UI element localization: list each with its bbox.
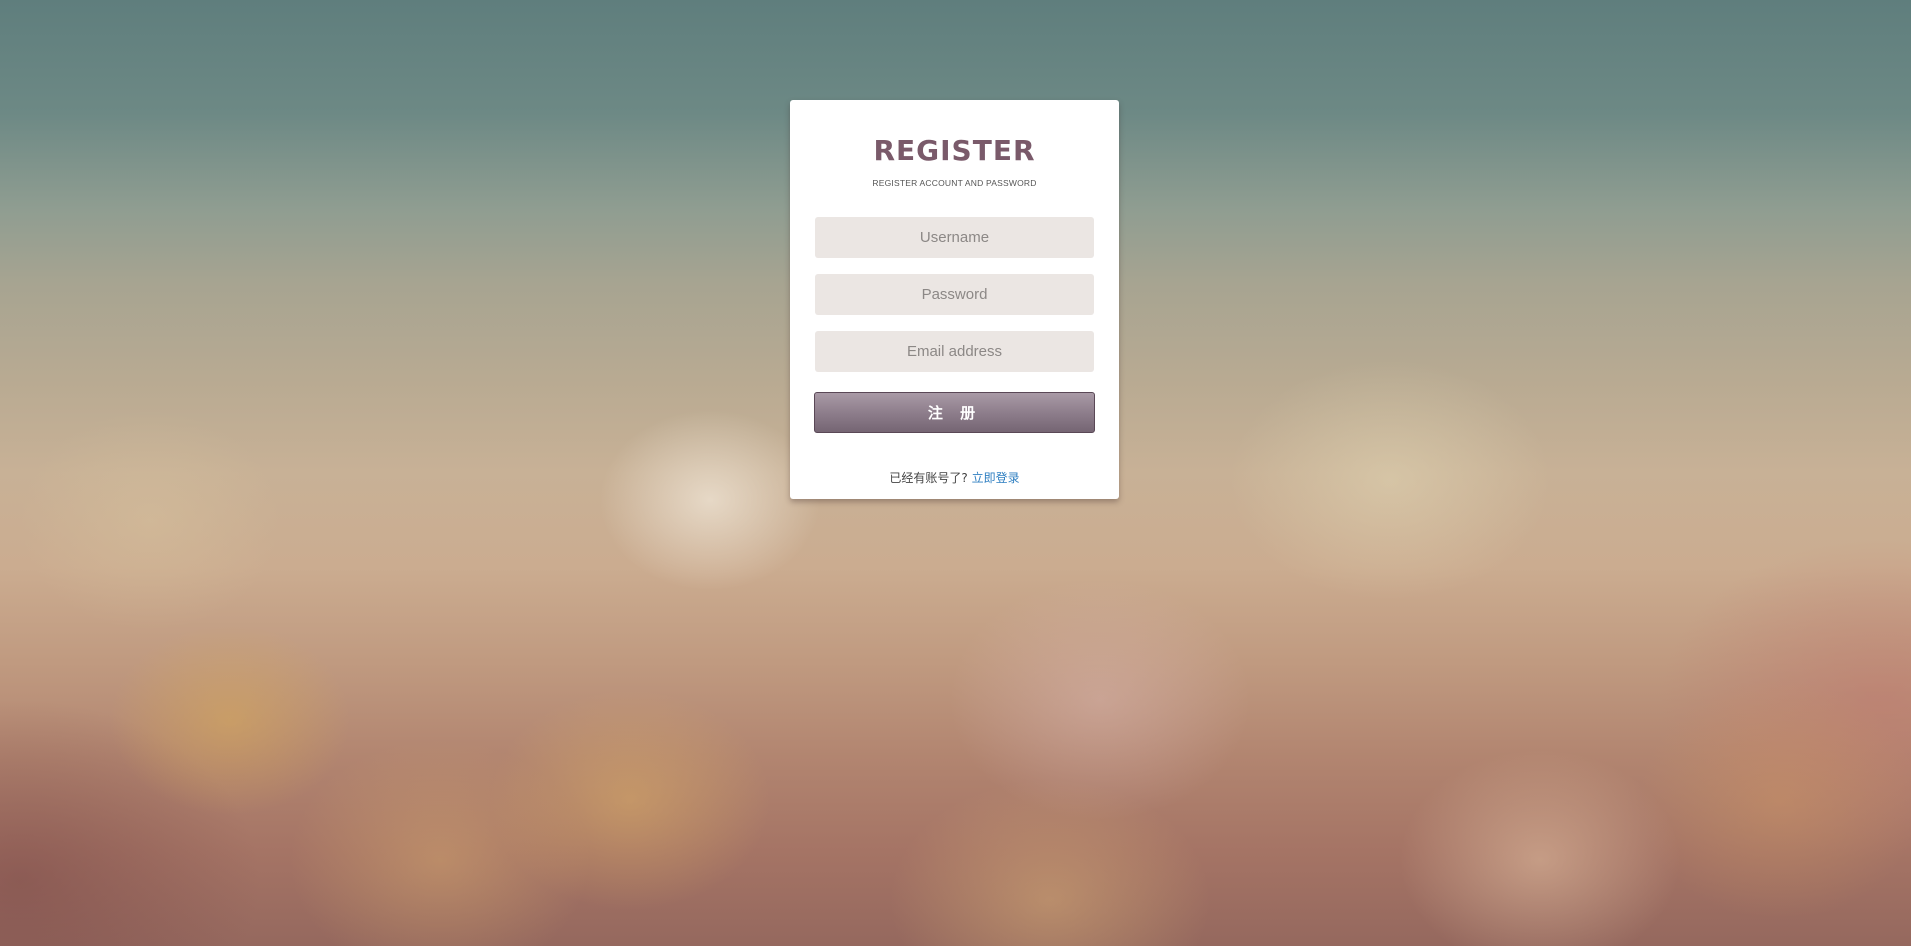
email-input[interactable] <box>815 331 1094 372</box>
register-subtitle: REGISTER ACCOUNT AND PASSWORD <box>872 178 1037 188</box>
register-card: REGISTER REGISTER ACCOUNT AND PASSWORD 注… <box>790 100 1119 499</box>
login-link[interactable]: 立即登录 <box>972 471 1020 485</box>
login-prompt: 已经有账号了? 立即登录 <box>790 469 1119 486</box>
register-title: REGISTER <box>873 134 1036 167</box>
register-button[interactable]: 注 册 <box>814 392 1095 433</box>
username-input[interactable] <box>815 217 1094 258</box>
login-prompt-text: 已经有账号了? <box>889 471 968 485</box>
password-input[interactable] <box>815 274 1094 315</box>
